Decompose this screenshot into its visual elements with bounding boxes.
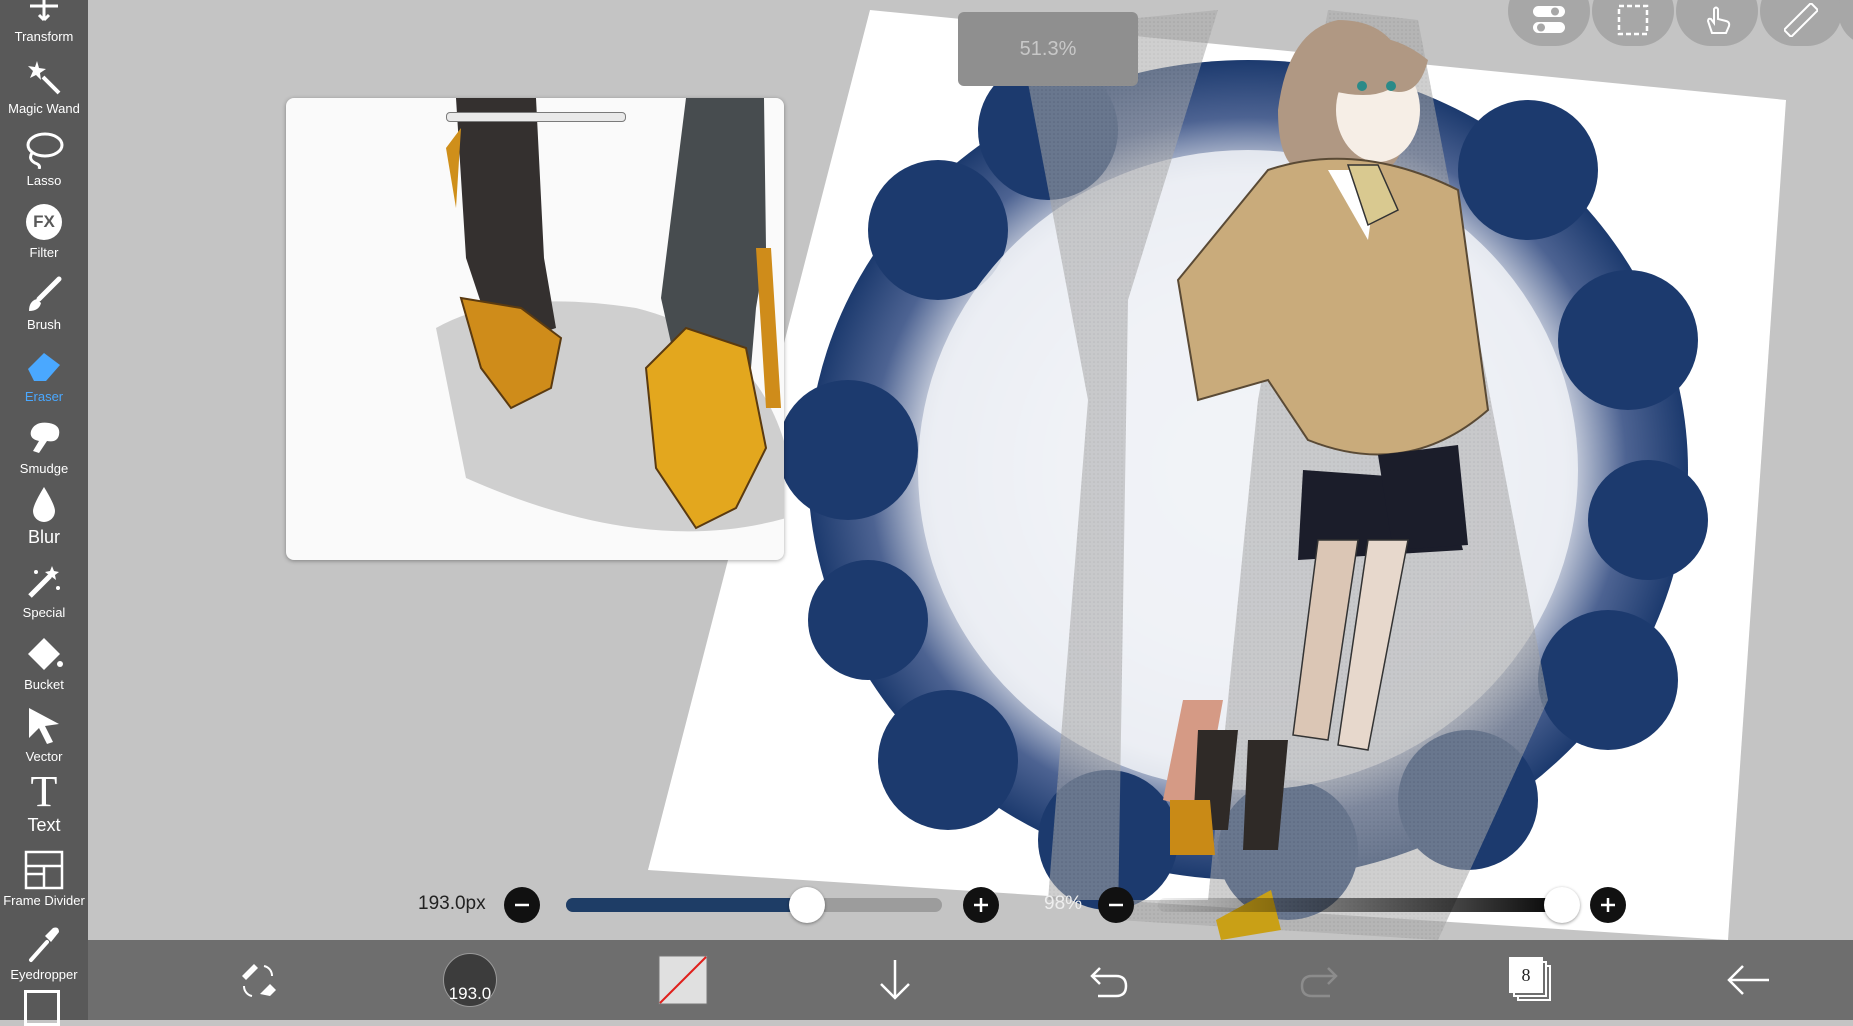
tool-label: Magic Wand [8, 101, 80, 116]
tool-label: Blur [27, 527, 60, 547]
opacity-value: 98% [1044, 893, 1083, 914]
zoom-indicator: 51.3% [958, 12, 1138, 86]
preview-image [436, 98, 784, 532]
tool-special[interactable]: Special [0, 548, 88, 620]
ruler-icon [1784, 3, 1818, 37]
tool-label: Bucket [24, 677, 64, 692]
layers-button[interactable]: 8 [1491, 940, 1571, 1020]
tool-blur[interactable]: Blur [0, 476, 88, 548]
tool-label: Filter [29, 245, 59, 260]
brush-size-preview-value: 193.0 [448, 984, 492, 1003]
redo-button[interactable] [1280, 940, 1360, 1020]
eyedropper-icon [22, 922, 66, 966]
text-icon: T [30, 767, 58, 816]
bottom-toolbar: 193.0 8 [88, 940, 1853, 1020]
tool-vector[interactable]: Vector [0, 692, 88, 764]
lasso-icon [22, 128, 66, 172]
tool-label: Eyedropper [10, 967, 78, 982]
tool-sidebar: Transform Magic Wand Lasso FX Filter Bru… [0, 0, 88, 1026]
minus-icon [515, 903, 529, 907]
download-button[interactable] [855, 940, 935, 1020]
back-arrow-icon [1727, 965, 1769, 995]
tool-label: Smudge [19, 461, 69, 476]
magic-wand-icon [22, 56, 66, 100]
brush-size-icon: 193.0 [443, 953, 497, 1007]
layer-toggle-icon [1533, 6, 1565, 33]
opacity-slider-knob[interactable] [1543, 887, 1580, 923]
blur-icon [22, 482, 66, 526]
tool-lasso[interactable]: Lasso [0, 116, 88, 188]
tool-transform[interactable]: Transform [0, 0, 88, 44]
brush-size-slider[interactable] [566, 887, 942, 923]
bucket-icon [22, 632, 66, 676]
plus-icon [1601, 898, 1615, 912]
vector-icon [22, 704, 66, 748]
brush-size-plus-button[interactable] [963, 887, 999, 923]
layer-count: 8 [1509, 957, 1543, 993]
plus-icon [974, 898, 988, 912]
opacity-minus-button[interactable] [1098, 887, 1134, 923]
back-button[interactable] [1708, 940, 1788, 1020]
opacity-slider[interactable] [1158, 887, 1580, 923]
tool-eraser[interactable]: Eraser [0, 332, 88, 404]
brush-icon [22, 272, 66, 316]
color-swatch-icon [658, 955, 708, 1005]
eraser-icon [22, 344, 66, 388]
filter-icon: FX [22, 200, 66, 244]
color-swatch-button[interactable] [643, 940, 723, 1020]
tool-label: Transform [14, 29, 74, 44]
canvas-area[interactable]: 51.3% 193.0px 98% [88, 0, 1853, 940]
tool-filter[interactable]: FX Filter [0, 188, 88, 260]
tool-magic-wand[interactable]: Magic Wand [0, 44, 88, 116]
tool-brush[interactable]: Brush [0, 260, 88, 332]
preview-drag-handle[interactable] [446, 112, 626, 122]
tool-label: Brush [27, 317, 61, 332]
selection-icon [1617, 4, 1649, 36]
tool-label: Special [22, 605, 66, 620]
touch-icon [1706, 6, 1731, 34]
preview-window[interactable] [286, 98, 784, 560]
layers-icon: 8 [1509, 957, 1553, 1003]
brush-size-slider-knob[interactable] [788, 887, 825, 923]
tool-smudge[interactable]: Smudge [0, 404, 88, 476]
opacity-plus-button[interactable] [1590, 887, 1626, 923]
undo-icon [1090, 967, 1128, 998]
tool-swap-button[interactable] [218, 940, 298, 1020]
tool-bucket[interactable]: Bucket [0, 620, 88, 692]
tool-label: Lasso [26, 173, 62, 188]
tool-eyedropper[interactable]: Eyedropper [0, 910, 88, 982]
tool-label: Text [27, 815, 61, 835]
special-icon [22, 560, 66, 604]
brush-size-minus-button[interactable] [504, 887, 540, 923]
download-icon [880, 960, 910, 1000]
brush-size-preview-button[interactable]: 193.0 [430, 940, 510, 1020]
tool-text[interactable]: T Text [0, 764, 88, 836]
tool-frame-divider[interactable]: Frame Divider [0, 836, 88, 908]
smudge-icon [22, 416, 66, 460]
brush-size-value: 193.0px [418, 893, 486, 914]
minus-icon [1109, 903, 1123, 907]
tool-partial-icon[interactable] [24, 990, 60, 1026]
undo-button[interactable] [1068, 940, 1148, 1020]
tool-swap-icon [242, 964, 276, 997]
redo-icon [1300, 967, 1338, 998]
frame-divider-icon [22, 848, 66, 892]
tool-label: Eraser [24, 389, 64, 404]
tool-label: Vector [25, 749, 63, 764]
tool-label: Frame Divider [3, 893, 85, 908]
transform-icon [22, 0, 66, 28]
brush-size-slider-fill [566, 898, 807, 912]
